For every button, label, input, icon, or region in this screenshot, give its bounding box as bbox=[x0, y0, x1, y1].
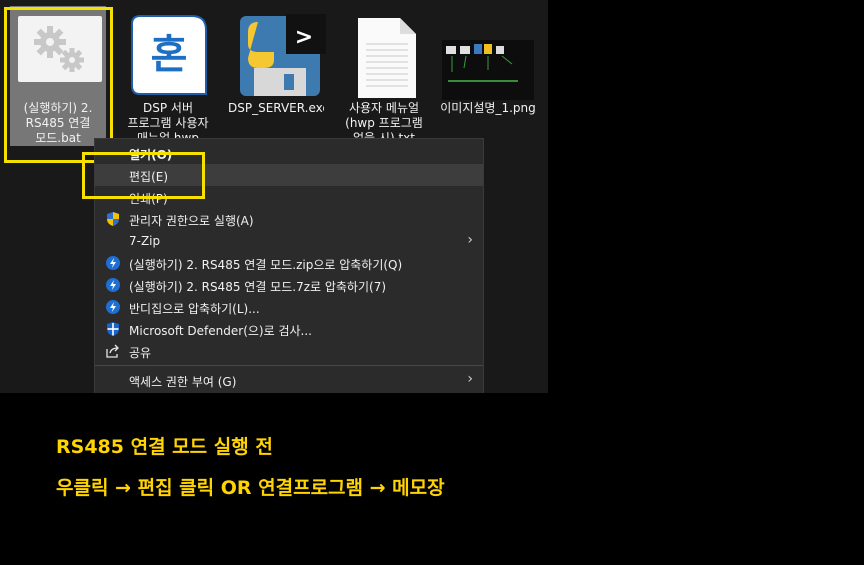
menu-item-bandizip[interactable]: 반디집으로 압축하기(L)... bbox=[95, 296, 483, 318]
file-label: DSP_SERVER.exe bbox=[228, 101, 324, 115]
file-hwp[interactable]: 혼 DSP 서버 프로그램 사용자 매뉴얼.hwp bbox=[120, 6, 216, 146]
menu-item-label: 액세스 권한 부여 (G) bbox=[129, 375, 237, 389]
desktop-area: (실행하기) 2. RS485 연결 모드.bat 혼 DSP 서버 프로그램 … bbox=[0, 0, 548, 393]
menu-item-label: (실행하기) 2. RS485 연결 모드.7z로 압축하기(7) bbox=[129, 280, 387, 294]
share-icon bbox=[105, 343, 121, 359]
menu-separator bbox=[95, 365, 483, 366]
image-thumbnail-icon bbox=[442, 40, 534, 100]
menu-item-compress-7z[interactable]: (실행하기) 2. RS485 연결 모드.7z로 압축하기(7) bbox=[95, 274, 483, 296]
svg-text:혼: 혼 bbox=[151, 32, 188, 78]
file-label: 이미지설명_1.png bbox=[440, 101, 536, 115]
caption-line-1: RS485 연결 모드 실행 전 bbox=[56, 436, 273, 458]
menu-item-label: 공유 bbox=[129, 346, 152, 360]
menu-item-7zip[interactable]: 7-Zip › bbox=[95, 230, 483, 252]
menu-item-label: (실행하기) 2. RS485 연결 모드.zip으로 압축하기(Q) bbox=[129, 258, 403, 272]
menu-item-label: 7-Zip bbox=[129, 234, 161, 248]
menu-item-label: 반디집으로 압축하기(L)... bbox=[129, 302, 260, 316]
menu-item-label: 관리자 권한으로 실행(A) bbox=[129, 214, 254, 228]
menu-item-run-as-admin[interactable]: 관리자 권한으로 실행(A) bbox=[95, 208, 483, 230]
bandizip-icon bbox=[105, 255, 121, 271]
menu-item-label: Microsoft Defender(으)로 검사... bbox=[129, 324, 312, 338]
shield-icon bbox=[105, 211, 121, 227]
text-file-icon bbox=[342, 10, 426, 100]
bandizip-icon bbox=[105, 299, 121, 315]
file-txt[interactable]: 사용자 메뉴얼 (hwp 프로그램 없을 시).txt bbox=[336, 6, 432, 146]
defender-shield-icon bbox=[105, 321, 121, 337]
hangul-doc-icon: 혼 bbox=[126, 10, 210, 100]
menu-item-grant-access[interactable]: 액세스 권한 부여 (G) › bbox=[95, 369, 483, 391]
menu-item-compress-zip[interactable]: (실행하기) 2. RS485 연결 모드.zip으로 압축하기(Q) bbox=[95, 252, 483, 274]
chevron-right-icon: › bbox=[467, 232, 473, 248]
edit-highlight-box bbox=[82, 152, 205, 199]
file-exe[interactable]: > DSP_SERVER.exe bbox=[228, 6, 326, 146]
svg-text:>: > bbox=[295, 25, 313, 50]
bandizip-icon bbox=[105, 277, 121, 293]
menu-item-defender[interactable]: Microsoft Defender(으)로 검사... bbox=[95, 318, 483, 340]
menu-item-share[interactable]: 공유 bbox=[95, 340, 483, 362]
caption-line-2: 우클릭 → 편집 클릭 OR 연결프로그램 → 메모장 bbox=[56, 477, 445, 499]
chevron-right-icon: › bbox=[467, 371, 473, 387]
python-exe-icon: > bbox=[234, 10, 326, 100]
file-png[interactable]: 이미지설명_1.png bbox=[440, 6, 536, 146]
